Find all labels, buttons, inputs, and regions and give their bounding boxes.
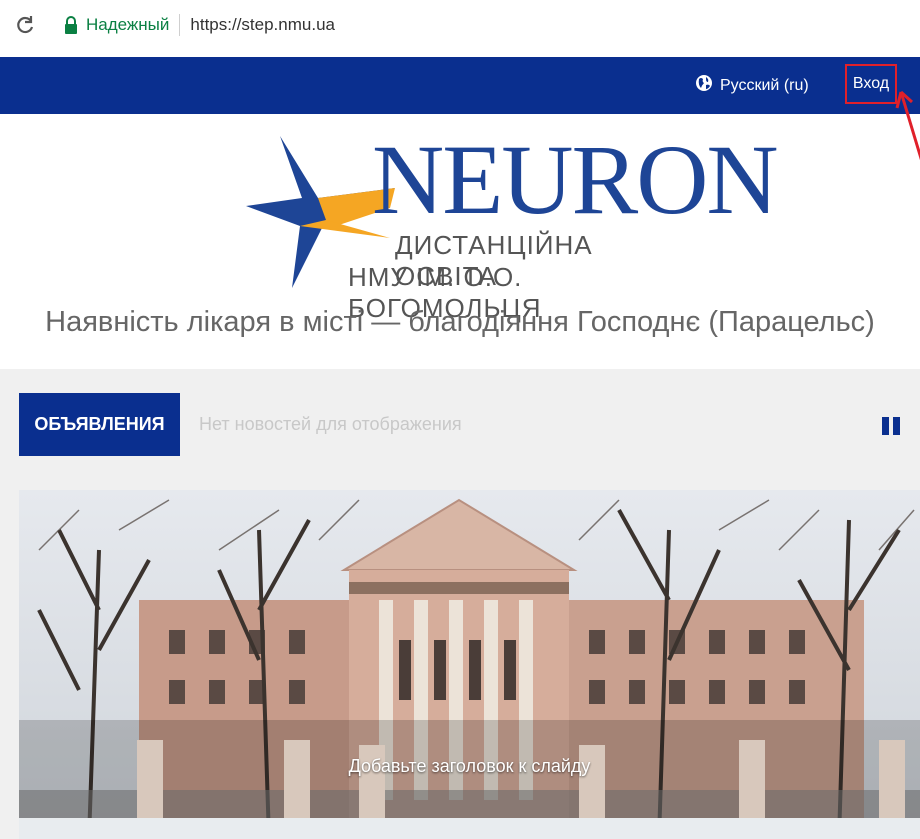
pause-icon[interactable]: [882, 417, 902, 435]
site-logo[interactable]: NEURON ДИСТАНЦІЙНА ОСВІТА НМУ ІМ. О.О. Б…: [240, 128, 779, 323]
slider-image[interactable]: Добавьте заголовок к слайду: [19, 490, 920, 839]
secure-label: Надежный: [86, 15, 170, 34]
url-field[interactable]: https://step.nmu.ua: [190, 15, 335, 35]
reload-icon[interactable]: [14, 14, 36, 36]
building-photo: [19, 490, 920, 839]
language-selector[interactable]: Русский (ru): [695, 57, 809, 114]
announcements-tag: ОБЪЯВЛЕНИЯ: [19, 393, 180, 456]
site-motto: Наявність лікаря в місті — благодіяння Г…: [45, 306, 875, 338]
announcements-message: Нет новостей для отображения: [199, 414, 462, 434]
address-separator: [179, 14, 181, 36]
globe-icon: [695, 74, 713, 97]
address-bar: Надежный https://step.nmu.ua: [0, 0, 920, 50]
lock-icon: [64, 16, 78, 34]
top-nav: Русский (ru) Вход: [0, 57, 920, 114]
login-button[interactable]: Вход: [845, 64, 897, 104]
language-label: Русский (ru): [720, 76, 809, 94]
annotation-arrow-icon: [895, 90, 920, 161]
logo-wordmark: NEURON: [372, 124, 779, 235]
slide-caption: Добавьте заголовок к слайду: [348, 756, 591, 776]
